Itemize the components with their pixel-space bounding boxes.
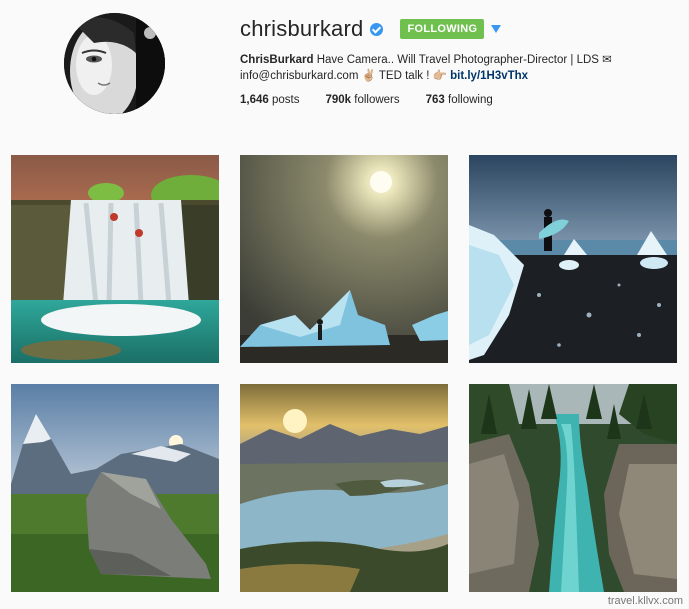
- avatar[interactable]: [64, 13, 165, 114]
- photo-canyon-river[interactable]: [469, 384, 677, 592]
- title-row: chrisburkard FOLLOWING: [240, 14, 680, 44]
- following-stat[interactable]: 763 following: [426, 94, 493, 106]
- photo-waterfall[interactable]: [11, 155, 219, 363]
- followers-label: followers: [351, 94, 400, 106]
- following-button[interactable]: FOLLOWING: [400, 19, 485, 39]
- bio-contact: info@chrisburkard.com ✌🏼 TED talk ! 👉🏼: [240, 70, 451, 82]
- dropdown-arrow-icon[interactable]: [491, 25, 502, 33]
- photo-matterhorn[interactable]: [11, 384, 219, 592]
- bio-description: Have Camera.. Will Travel Photographer-D…: [313, 54, 612, 66]
- bio-full-name: ChrisBurkard: [240, 54, 314, 66]
- posts-label: posts: [268, 94, 300, 106]
- photo-moon-iceberg[interactable]: [240, 155, 448, 363]
- posts-count: 1,646: [240, 94, 269, 106]
- profile-info: chrisburkard FOLLOWING ChrisBurkard Have…: [240, 14, 680, 106]
- following-label: following: [444, 94, 493, 106]
- username: chrisburkard: [240, 16, 364, 41]
- bio: ChrisBurkard Have Camera.. Will Travel P…: [240, 52, 680, 84]
- followers-stat[interactable]: 790k followers: [325, 94, 399, 106]
- bio-line-1: ChrisBurkard Have Camera.. Will Travel P…: [240, 52, 680, 68]
- verified-badge-icon: [370, 22, 384, 36]
- photo-surfer-ice[interactable]: [469, 155, 677, 363]
- following-count: 763: [425, 94, 445, 106]
- avatar-image: [64, 13, 165, 114]
- posts-stat: 1,646 posts: [240, 94, 299, 106]
- watermark: travel.kllvx.com: [607, 595, 683, 607]
- profile-stats: 1,646 posts 790k followers 763 following: [240, 94, 680, 106]
- followers-count: 790k: [325, 94, 352, 106]
- profile-header: chrisburkard FOLLOWING ChrisBurkard Have…: [0, 0, 689, 140]
- bio-line-2: info@chrisburkard.com ✌🏼 TED talk ! 👉🏼 b…: [240, 68, 680, 84]
- photo-lake-valley[interactable]: [240, 384, 448, 592]
- bio-link[interactable]: bit.ly/1H3vThx: [450, 70, 528, 82]
